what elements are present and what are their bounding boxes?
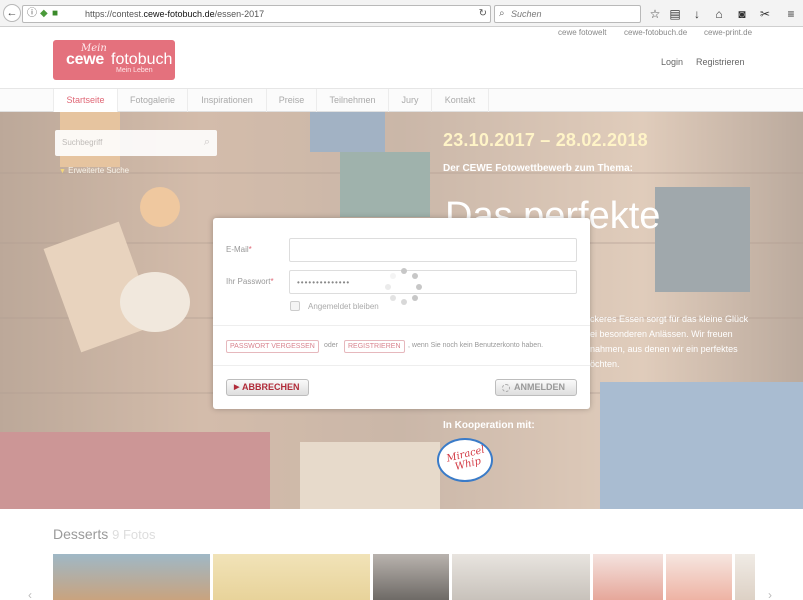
menu-jury[interactable]: Jury	[389, 89, 432, 112]
gallery-thumbnail[interactable]	[666, 554, 732, 600]
play-arrow-icon: ▶	[234, 384, 240, 391]
login-dialog: E-Mail* Ihr Passwort* •••••••••••••• Ang…	[213, 218, 590, 409]
gallery-thumbnail[interactable]	[213, 554, 370, 600]
main-menu: Startseite Fotogalerie Inspirationen Pre…	[0, 88, 803, 112]
top-links: cewe fotowelt cewe-fotobuch.de cewe-prin…	[0, 27, 803, 39]
gallery-thumbnail[interactable]	[452, 554, 590, 600]
contest-date-range: 23.10.2017 – 28.02.2018	[443, 130, 648, 150]
toplink-cewe-print[interactable]: cewe-print.de	[704, 28, 752, 37]
caret-down-icon: ▼	[59, 168, 66, 175]
cooperation-label: In Kooperation mit:	[443, 420, 535, 431]
menu-teilnehmen[interactable]: Teilnehmen	[317, 89, 389, 112]
partner-logo-text: Miracel Whip	[445, 444, 486, 473]
browser-search-field[interactable]: ⌕ Suchen	[494, 5, 641, 23]
contest-subtitle: Der CEWE Fotowettbewerb zum Thema:	[443, 163, 634, 174]
logo-cewe: cewe	[66, 51, 104, 68]
info-icon[interactable]: ⓘ	[27, 8, 37, 20]
search-icon: ⌕	[499, 8, 505, 19]
description-line: nahmen, aus denen wir ein perfektes	[590, 344, 738, 354]
toplink-cewe-fotowelt[interactable]: cewe fotowelt	[558, 28, 606, 37]
menu-kontakt[interactable]: Kontakt	[432, 89, 489, 112]
description-line: öchten.	[590, 359, 620, 369]
reload-icon[interactable]: ↻	[479, 8, 487, 19]
menu-startseite[interactable]: Startseite	[53, 89, 118, 112]
home-icon[interactable]: ⌂	[710, 5, 728, 23]
password-field[interactable]: ••••••••••••••	[289, 270, 577, 294]
advanced-search-label: Erweiterte Suche	[68, 166, 130, 175]
description-line: ckeres Essen sorgt für das kleine Glück	[590, 314, 749, 324]
shield-icon[interactable]: ◆	[40, 8, 48, 20]
menu-icon[interactable]: ≡	[782, 5, 800, 23]
logo-tagline: Mein Leben	[116, 67, 153, 74]
chevron-right-icon[interactable]: ›	[768, 588, 772, 600]
divider	[213, 365, 590, 366]
gallery-thumbnail[interactable]	[735, 554, 755, 600]
menu-inspirationen[interactable]: Inspirationen	[188, 89, 267, 112]
loading-spinner-icon	[385, 268, 423, 306]
extension-icon[interactable]: ✂	[756, 5, 774, 23]
hero-search-placeholder: Suchbegriff	[62, 138, 103, 147]
gallery-thumbnail[interactable]	[373, 554, 449, 600]
address-bar[interactable]: ⓘ ◆ ■ https://contest.cewe-fotobuch.de/e…	[22, 5, 491, 23]
lock-icon: ■	[52, 8, 59, 19]
login-button[interactable]: ANMELDEN	[495, 379, 577, 396]
bookmark-star-icon[interactable]: ☆	[646, 5, 664, 23]
gallery-title: Desserts 9 Fotos	[53, 526, 156, 542]
contest-description: ckeres Essen sorgt für das kleine Glück …	[590, 312, 790, 372]
download-icon[interactable]: ↓	[688, 5, 706, 23]
hero-search-field[interactable]: Suchbegriff ⌕	[55, 130, 217, 156]
back-icon[interactable]: ←	[3, 4, 21, 22]
url-text: https://contest.cewe-fotobuch.de/essen-2…	[85, 9, 265, 19]
divider	[213, 325, 590, 326]
gallery-count: 9 Fotos	[112, 527, 156, 542]
gallery-thumbnail[interactable]	[53, 554, 210, 600]
chevron-left-icon[interactable]: ‹	[28, 588, 32, 600]
password-label: Ihr Passwort*	[226, 277, 274, 286]
spinner-icon	[502, 384, 510, 392]
search-placeholder: Suchen	[511, 9, 542, 19]
miracel-whip-logo[interactable]: Miracel Whip	[437, 438, 493, 482]
description-line: ei besonderen Anlässen. Wir freuen	[590, 329, 733, 339]
advanced-search-toggle[interactable]: ▼ Erweiterte Suche	[59, 166, 129, 175]
login-link[interactable]: Login	[661, 57, 683, 67]
menu-preise[interactable]: Preise	[267, 89, 317, 112]
email-label: E-Mail*	[226, 245, 252, 254]
cewe-logo[interactable]: Mein cewe fotobuch Mein Leben	[53, 40, 175, 80]
search-icon[interactable]: ⌕	[204, 136, 210, 149]
register-link[interactable]: Registrieren	[696, 57, 745, 67]
menu-fotogalerie[interactable]: Fotogalerie	[118, 89, 188, 112]
browser-toolbar: ← ⓘ ◆ ■ https://contest.cewe-fotobuch.de…	[0, 0, 803, 27]
cancel-button[interactable]: ▶ ABBRECHEN	[226, 379, 309, 396]
register-hint: , wenn Sie noch kein Benutzerkonto haben…	[408, 342, 544, 349]
site-header: Mein cewe fotobuch Mein Leben Login Regi…	[0, 39, 803, 88]
forgot-password-link[interactable]: PASSWORT VERGESSEN	[226, 340, 319, 353]
toplink-cewe-fotobuch[interactable]: cewe-fotobuch.de	[624, 28, 687, 37]
reading-list-icon[interactable]: ▤	[666, 5, 684, 23]
remember-checkbox[interactable]	[290, 301, 300, 311]
login-label: ANMELDEN	[514, 382, 565, 392]
email-field[interactable]	[289, 238, 577, 262]
or-text: oder	[324, 342, 339, 349]
cancel-label: ABBRECHEN	[242, 382, 300, 392]
pocket-icon[interactable]: ◙	[733, 5, 751, 23]
gallery-thumbnail[interactable]	[593, 554, 663, 600]
register-button[interactable]: REGISTRIEREN	[344, 340, 405, 353]
remember-label: Angemeldet bleiben	[308, 302, 379, 311]
